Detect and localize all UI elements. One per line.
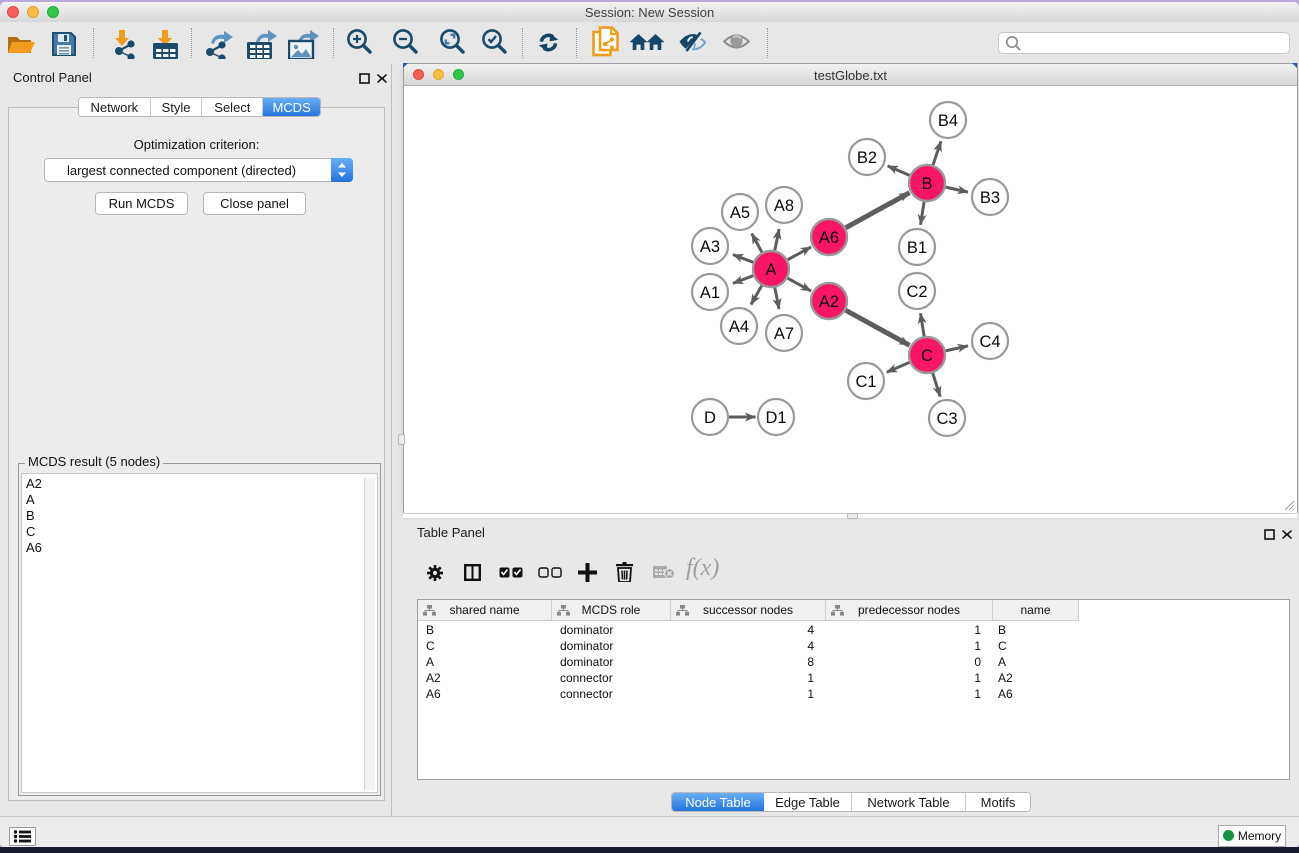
svg-text:A4: A4 bbox=[729, 318, 749, 336]
svg-text:A2: A2 bbox=[819, 293, 839, 311]
svg-text:A: A bbox=[765, 261, 776, 279]
svg-text:B1: B1 bbox=[907, 239, 927, 257]
svg-text:C1: C1 bbox=[855, 373, 876, 391]
svg-text:A3: A3 bbox=[700, 238, 720, 256]
svg-text:B2: B2 bbox=[857, 149, 877, 167]
svg-text:C: C bbox=[921, 347, 933, 365]
svg-text:B3: B3 bbox=[980, 189, 1000, 207]
svg-text:A1: A1 bbox=[700, 284, 720, 302]
svg-text:C3: C3 bbox=[936, 410, 957, 428]
svg-text:B: B bbox=[921, 175, 932, 193]
svg-text:B4: B4 bbox=[938, 112, 958, 130]
svg-text:C2: C2 bbox=[906, 283, 927, 301]
svg-text:A5: A5 bbox=[730, 204, 750, 222]
svg-text:C4: C4 bbox=[979, 333, 1000, 351]
svg-text:D: D bbox=[704, 409, 716, 427]
svg-text:D1: D1 bbox=[765, 409, 786, 427]
svg-text:A8: A8 bbox=[774, 197, 794, 215]
svg-text:A7: A7 bbox=[774, 325, 794, 343]
svg-text:A6: A6 bbox=[819, 229, 839, 247]
